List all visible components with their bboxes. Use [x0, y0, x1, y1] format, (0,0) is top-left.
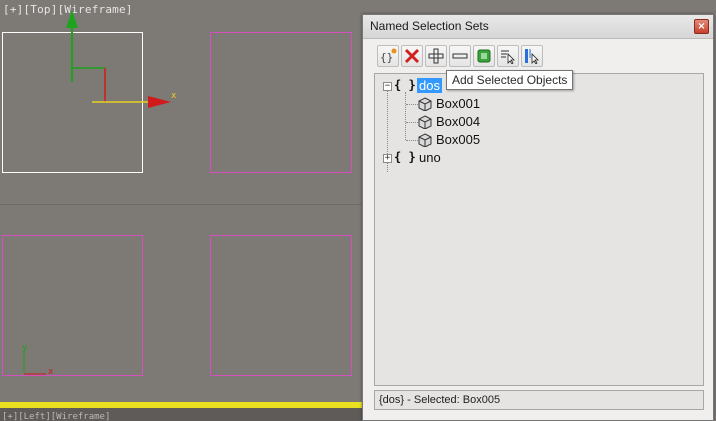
mini-axis-x-label: x — [48, 367, 54, 377]
object-box-icon — [418, 97, 432, 111]
object-box-icon — [418, 115, 432, 129]
box-object[interactable] — [210, 235, 352, 376]
remove-button[interactable] — [401, 45, 423, 67]
tree-connector — [406, 140, 418, 141]
select-objects-by-name-button[interactable] — [497, 45, 519, 67]
named-selection-sets-dialog: Named Selection Sets × {} Add Selected O… — [362, 14, 714, 421]
status-bar: {dos} - Selected: Box005 — [374, 390, 704, 410]
red-x-icon — [404, 48, 420, 64]
add-selected-objects-button[interactable] — [425, 45, 447, 67]
selection-set-tree[interactable]: − { } dos Box001 Box004 Box005 + { } uno — [374, 73, 704, 386]
highlight-icon — [525, 49, 539, 64]
lower-viewport-label[interactable]: [+][Left][Wireframe] — [0, 408, 362, 421]
set-item-uno[interactable]: uno — [419, 150, 441, 165]
expand-toggle-uno[interactable]: + — [383, 154, 392, 163]
grid-line — [0, 204, 362, 205]
dialog-titlebar[interactable]: Named Selection Sets × — [363, 15, 713, 39]
selection-set-icon: { } — [394, 150, 416, 164]
dialog-title: Named Selection Sets — [370, 19, 489, 33]
object-item-box001[interactable]: Box001 — [436, 96, 480, 111]
minus-icon — [452, 53, 468, 59]
close-button[interactable]: × — [694, 19, 709, 34]
tree-connector — [406, 122, 418, 123]
axis-x-label: x — [171, 91, 177, 101]
object-item-box005[interactable]: Box005 — [436, 132, 480, 147]
select-set-icon — [477, 49, 491, 63]
object-item-box004[interactable]: Box004 — [436, 114, 480, 129]
tree-connector — [406, 104, 418, 105]
tooltip: Add Selected Objects — [446, 70, 574, 90]
select-objects-in-set-button[interactable] — [473, 45, 495, 67]
tree-connector — [405, 92, 406, 140]
box-object[interactable] — [210, 32, 352, 173]
svg-text:{}: {} — [380, 51, 393, 64]
selection-set-icon: { } — [394, 78, 416, 92]
collapse-toggle-dos[interactable]: − — [383, 82, 392, 91]
object-box-icon — [418, 133, 432, 147]
highlight-selected-objects-button[interactable] — [521, 45, 543, 67]
plus-icon — [428, 48, 444, 64]
transform-gizmo[interactable] — [60, 8, 190, 118]
new-set-icon: {} — [380, 48, 397, 64]
subtract-selected-objects-button[interactable] — [449, 45, 471, 67]
select-by-name-icon — [501, 50, 515, 64]
create-new-set-button[interactable]: {} — [377, 45, 399, 67]
set-item-dos[interactable]: dos — [417, 78, 442, 93]
mini-axis-y-label: y — [22, 343, 28, 353]
